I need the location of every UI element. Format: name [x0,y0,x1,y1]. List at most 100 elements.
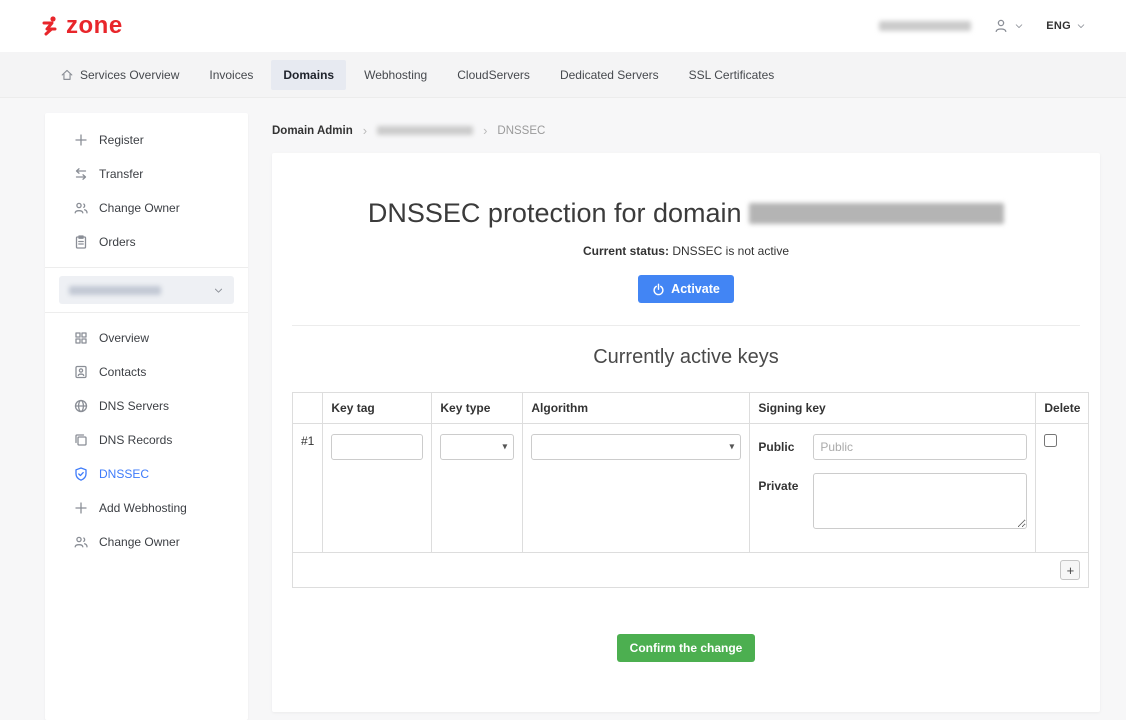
col-delete: Delete [1036,393,1089,424]
private-key-label: Private [758,473,803,529]
nav-item-dedicated-servers[interactable]: Dedicated Servers [548,60,671,90]
plus-icon [73,500,89,516]
breadcrumb-domain-redacted[interactable] [377,126,473,135]
home-icon [60,68,74,82]
sidebar-item-label: Overview [99,331,149,345]
public-key-label: Public [758,434,803,460]
col-index [293,393,323,424]
shield-icon [73,466,89,482]
main-nav: Services Overview Invoices Domains Webho… [0,52,1126,98]
sidebar-item-label: Register [99,133,144,147]
nav-label: Webhosting [364,68,427,82]
sidebar-item-label: Contacts [99,365,146,379]
nav-label: Invoices [209,68,253,82]
table-header-row: Key tag Key type Algorithm Signing key D… [293,393,1089,424]
col-key-type: Key type [432,393,523,424]
confirm-button[interactable]: Confirm the change [617,634,756,662]
nav-label: CloudServers [457,68,530,82]
breadcrumb-separator: › [363,123,367,138]
sidebar-item-label: Orders [99,235,136,249]
nav-item-ssl-certificates[interactable]: SSL Certificates [677,60,787,90]
page-title: DNSSEC protection for domain [292,198,1080,229]
selected-domain-redacted [69,286,161,295]
zone-runner-icon [40,15,62,37]
public-key-input[interactable] [813,434,1027,460]
contact-icon [73,364,89,380]
sidebar-item-dns-servers[interactable]: DNS Servers [45,389,248,423]
sidebar-item-orders[interactable]: Orders [45,225,248,259]
activate-button[interactable]: Activate [638,275,734,303]
nav-label: Services Overview [80,68,179,82]
breadcrumb: Domain Admin › › DNSSEC [272,123,545,138]
col-signing-key: Signing key [750,393,1036,424]
username-redacted [879,21,971,31]
sidebar-item-register[interactable]: Register [45,123,248,157]
language-label: ENG [1046,20,1071,32]
keys-table: Key tag Key type Algorithm Signing key D… [292,392,1089,588]
nav-item-services-overview[interactable]: Services Overview [48,60,191,90]
table-footer-row: + [293,553,1089,588]
sidebar-item-label: Transfer [99,167,143,181]
nav-label: SSL Certificates [689,68,775,82]
person-icon [993,18,1009,34]
logo-text: zone [66,12,123,40]
divider [292,325,1080,326]
top-header: zone ENG [0,0,1126,52]
domain-selector[interactable] [59,276,234,304]
sidebar-item-label: Change Owner [99,201,180,215]
key-tag-input[interactable] [331,434,423,460]
nav-item-domains[interactable]: Domains [271,60,346,90]
grid-icon [73,330,89,346]
activate-button-label: Activate [671,282,720,296]
page-title-text: DNSSEC protection for domain [368,198,742,228]
table-row: #1 Public Private [293,424,1089,553]
globe-icon [73,398,89,414]
clipboard-icon [73,234,89,250]
sidebar-divider [45,267,248,268]
domain-name-redacted [749,203,1004,224]
nav-item-invoices[interactable]: Invoices [197,60,265,90]
sidebar-item-label: DNS Records [99,433,172,447]
zone-logo[interactable]: zone [40,12,123,40]
breadcrumb-domain-admin[interactable]: Domain Admin [272,125,353,137]
sidebar-item-dnssec[interactable]: DNSSEC [45,457,248,491]
sidebar-item-dns-records[interactable]: DNS Records [45,423,248,457]
nav-label: Dedicated Servers [560,68,659,82]
breadcrumb-separator: › [483,123,487,138]
sidebar: Register Transfer Change Owner Orders Ov… [45,113,248,720]
status-line: Current status: DNSSEC is not active [292,244,1080,258]
chevron-down-icon [1014,21,1024,31]
col-key-tag: Key tag [323,393,432,424]
sidebar-item-label: DNSSEC [99,467,149,481]
nav-label: Domains [283,68,334,82]
sidebar-item-label: DNS Servers [99,399,169,413]
sidebar-item-overview[interactable]: Overview [45,321,248,355]
delete-checkbox[interactable] [1044,434,1057,447]
sidebar-item-contacts[interactable]: Contacts [45,355,248,389]
chevron-down-icon [213,285,224,296]
dnssec-card: DNSSEC protection for domain Current sta… [272,153,1100,712]
key-type-select[interactable] [440,434,514,460]
row-index: #1 [293,424,323,553]
sidebar-item-change-owner[interactable]: Change Owner [45,191,248,225]
language-menu[interactable]: ENG [1046,20,1086,32]
sidebar-divider [45,312,248,313]
col-algorithm: Algorithm [523,393,750,424]
private-key-textarea[interactable] [813,473,1027,529]
account-menu[interactable] [993,18,1024,34]
sidebar-item-label: Change Owner [99,535,180,549]
sidebar-item-add-webhosting[interactable]: Add Webhosting [45,491,248,525]
users-icon [73,200,89,216]
sidebar-item-change-owner-2[interactable]: Change Owner [45,525,248,559]
status-value: DNSSEC is not active [672,244,789,258]
keys-heading: Currently active keys [292,346,1080,369]
add-key-button[interactable]: + [1060,560,1080,580]
transfer-icon [73,166,89,182]
users-icon [73,534,89,550]
nav-item-cloudservers[interactable]: CloudServers [445,60,542,90]
nav-item-webhosting[interactable]: Webhosting [352,60,439,90]
algorithm-select[interactable] [531,434,741,460]
sidebar-item-transfer[interactable]: Transfer [45,157,248,191]
status-label: Current status: [583,244,669,258]
chevron-down-icon [1076,21,1086,31]
